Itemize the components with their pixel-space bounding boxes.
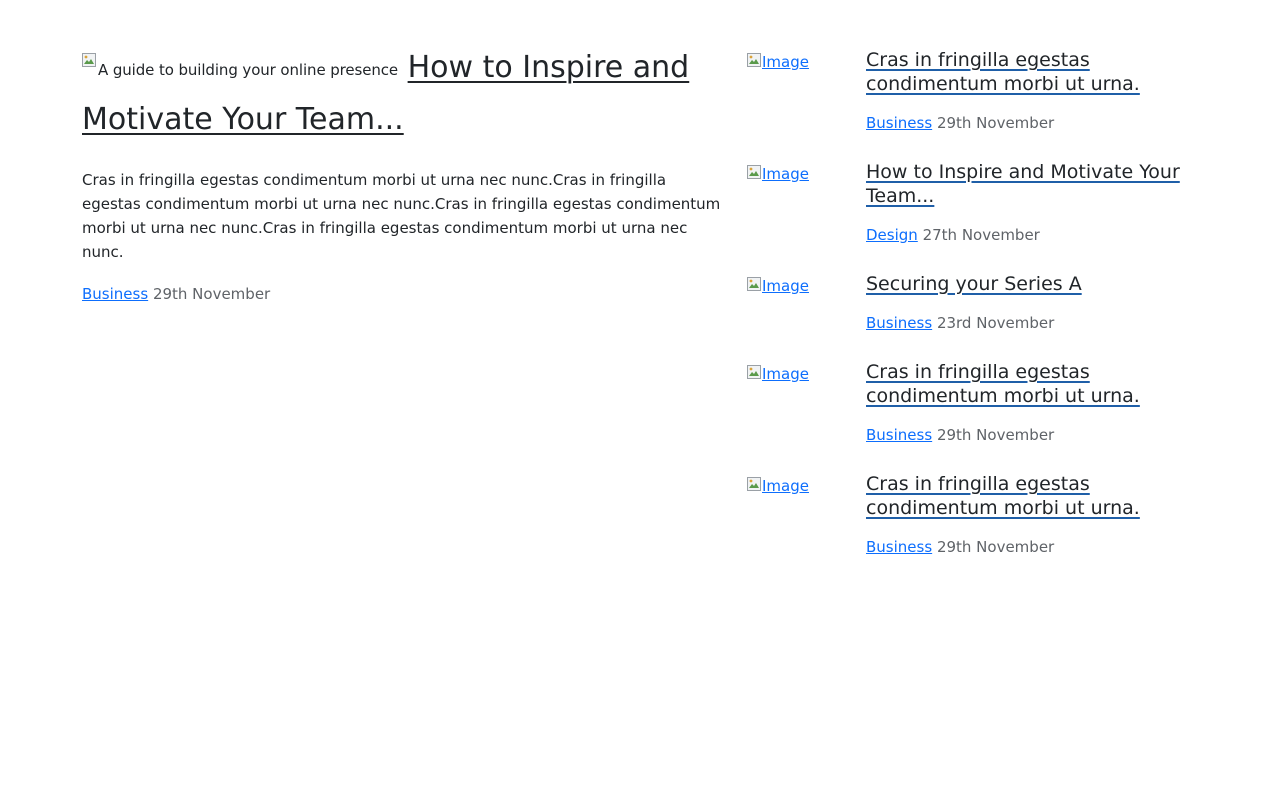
- post-meta: Business 29th November: [866, 535, 1196, 559]
- post-thumbnail-alt: Image: [762, 365, 809, 383]
- post-date: 27th November: [922, 226, 1040, 244]
- featured-image-alt-text: A guide to building your online presence: [98, 61, 399, 79]
- post-date: 29th November: [936, 426, 1055, 444]
- list-item: Image Securing your Series A Business 23…: [747, 272, 1207, 360]
- post-category-link[interactable]: Business: [866, 314, 932, 332]
- post-title: How to Inspire and Motivate Your Team...: [866, 160, 1196, 208]
- post-title: Cras in fringilla egestas condimentum mo…: [866, 472, 1196, 520]
- list-item: Image Cras in fringilla egestas condimen…: [747, 48, 1207, 160]
- post-title: Securing your Series A: [866, 272, 1196, 296]
- post-thumbnail-alt: Image: [762, 53, 809, 71]
- broken-image-icon: [747, 477, 761, 491]
- post-meta: Business 29th November: [866, 111, 1196, 135]
- post-title-link[interactable]: Cras in fringilla egestas condimentum mo…: [866, 473, 1140, 519]
- broken-image-icon: [747, 365, 761, 379]
- post-thumbnail-alt: Image: [762, 277, 809, 295]
- post-date: 29th November: [936, 538, 1055, 556]
- post-date: 23rd November: [936, 314, 1055, 332]
- post-thumbnail-link[interactable]: Image: [747, 274, 809, 298]
- blog-page: A guide to building your online presence…: [0, 0, 1280, 800]
- broken-image-icon: [747, 53, 761, 67]
- post-category-link[interactable]: Business: [866, 426, 932, 444]
- post-meta: Design 27th November: [866, 223, 1196, 247]
- post-title-link[interactable]: Securing your Series A: [866, 273, 1082, 295]
- post-category-link[interactable]: Design: [866, 226, 918, 244]
- post-body: Cras in fringilla egestas condimentum mo…: [866, 472, 1196, 559]
- post-thumbnail-alt: Image: [762, 165, 809, 183]
- post-title: Cras in fringilla egestas condimentum mo…: [866, 48, 1196, 96]
- featured-excerpt: Cras in fringilla egestas condimentum mo…: [82, 171, 721, 261]
- post-body: How to Inspire and Motivate Your Team...…: [866, 160, 1196, 247]
- featured-heading: A guide to building your online presence…: [82, 44, 727, 144]
- post-thumbnail-link[interactable]: Image: [747, 50, 809, 74]
- post-title-link[interactable]: Cras in fringilla egestas condimentum mo…: [866, 49, 1140, 95]
- post-body: Cras in fringilla egestas condimentum mo…: [866, 360, 1196, 447]
- post-thumbnail-link[interactable]: Image: [747, 162, 809, 186]
- post-title: Cras in fringilla egestas condimentum mo…: [866, 360, 1196, 408]
- broken-image-icon: [747, 277, 761, 291]
- recent-posts-list: Image Cras in fringilla egestas condimen…: [747, 48, 1207, 584]
- featured-category-link[interactable]: Business: [82, 285, 148, 303]
- broken-image-icon: [747, 165, 761, 179]
- list-item: Image Cras in fringilla egestas condimen…: [747, 360, 1207, 472]
- featured-meta: Business 29th November: [82, 282, 727, 306]
- post-body: Cras in fringilla egestas condimentum mo…: [866, 48, 1196, 135]
- post-title-link[interactable]: Cras in fringilla egestas condimentum mo…: [866, 361, 1140, 407]
- featured-image: A guide to building your online presence: [82, 50, 408, 85]
- list-item: Image How to Inspire and Motivate Your T…: [747, 160, 1207, 272]
- post-thumbnail-link[interactable]: Image: [747, 474, 809, 498]
- post-category-link[interactable]: Business: [866, 114, 932, 132]
- post-date: 29th November: [936, 114, 1055, 132]
- featured-post: A guide to building your online presence…: [82, 44, 727, 306]
- post-category-link[interactable]: Business: [866, 538, 932, 556]
- post-meta: Business 23rd November: [866, 311, 1196, 335]
- post-body: Securing your Series A Business 23rd Nov…: [866, 272, 1196, 335]
- post-title-link[interactable]: How to Inspire and Motivate Your Team...: [866, 161, 1180, 207]
- post-thumbnail-link[interactable]: Image: [747, 362, 809, 386]
- post-thumbnail-alt: Image: [762, 477, 809, 495]
- featured-date: 29th November: [152, 285, 271, 303]
- post-meta: Business 29th November: [866, 423, 1196, 447]
- list-item: Image Cras in fringilla egestas condimen…: [747, 472, 1207, 584]
